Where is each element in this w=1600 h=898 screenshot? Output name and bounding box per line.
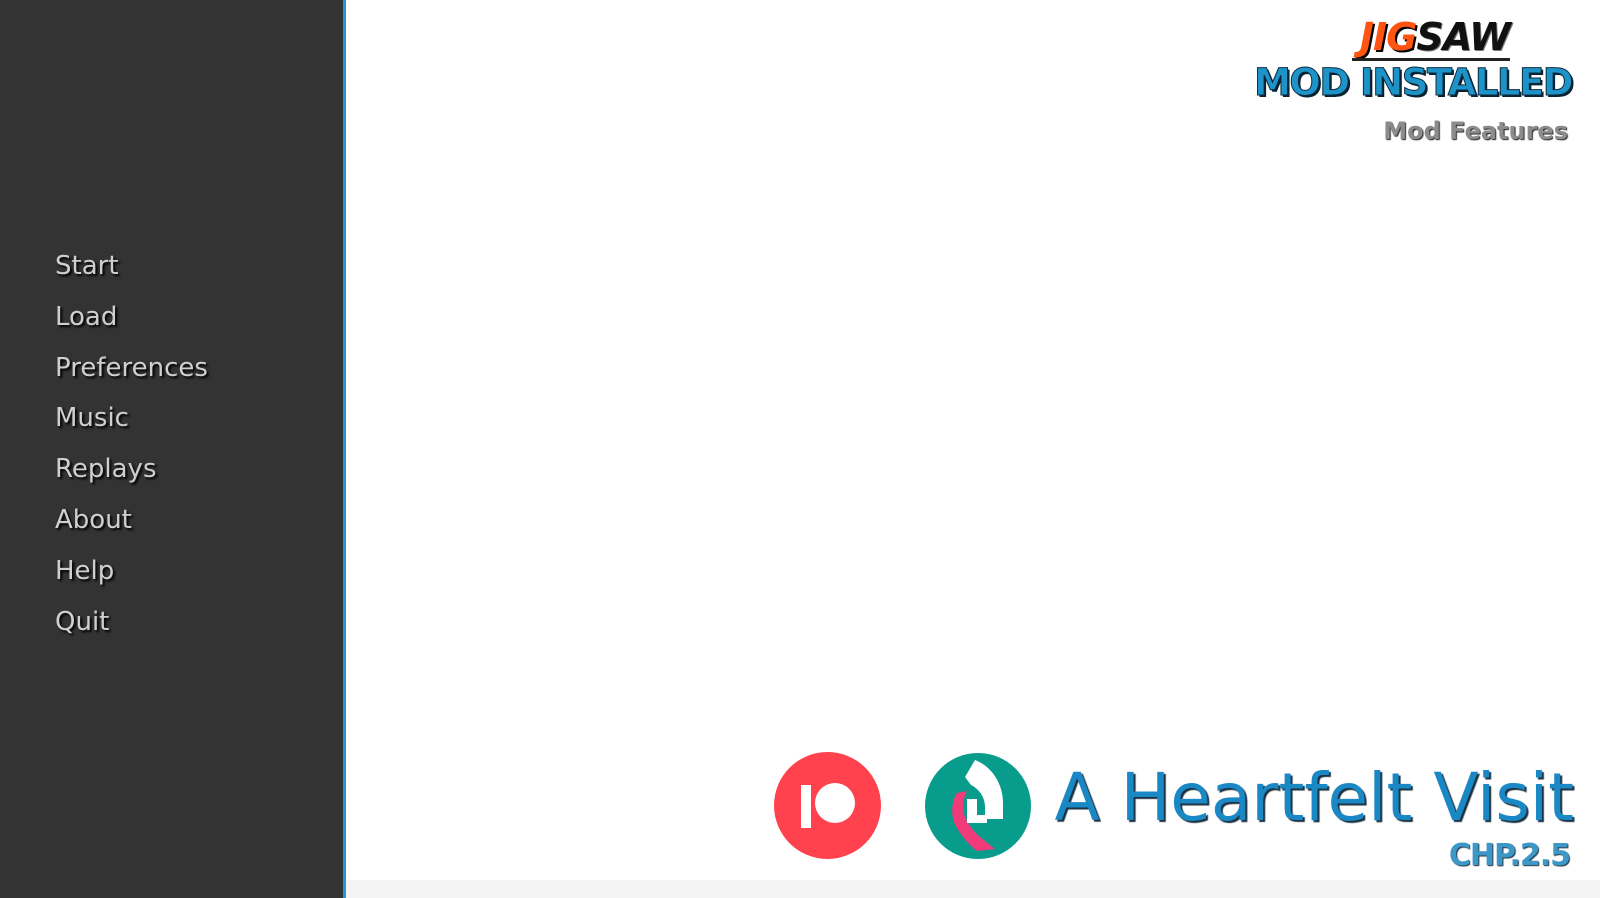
jigsaw-logo: JIGSAW (1359, 14, 1511, 60)
jigsaw-logo-saw: SAW (1416, 15, 1511, 59)
menu-help-button[interactable]: Help (55, 555, 208, 606)
menu-about-button[interactable]: About (55, 504, 208, 555)
mod-installed-label: MOD INSTALLED (1254, 61, 1574, 105)
subscribestar-logo-glyph (952, 760, 1003, 851)
menu-quit-button[interactable]: Quit (55, 606, 208, 657)
menu-start-button[interactable]: Start (55, 250, 208, 301)
game-title: A Heartfelt Visit (1054, 759, 1575, 836)
mod-features-button[interactable]: Mod Features (1383, 116, 1568, 146)
menu-replays-button[interactable]: Replays (55, 453, 208, 504)
bottom-edge-strip (346, 880, 1600, 898)
menu-load-button[interactable]: Load (55, 301, 208, 352)
mod-badge: JIGSAW MOD INSTALLED Mod Features (1254, 14, 1574, 154)
patreon-icon[interactable] (774, 752, 881, 859)
menu-preferences-button[interactable]: Preferences (55, 352, 208, 403)
subscribestar-icon[interactable] (925, 753, 1031, 859)
main-menu-screen: Start Load Preferences Music Replays Abo… (0, 0, 1600, 898)
main-menu-nav: Start Load Preferences Music Replays Abo… (55, 250, 208, 656)
game-version: CHP.2.5 (1448, 838, 1571, 873)
patreon-logo-glyph (801, 783, 855, 828)
jigsaw-logo-jig: JIG (1359, 15, 1417, 59)
main-menu-sidebar: Start Load Preferences Music Replays Abo… (0, 0, 346, 898)
menu-music-button[interactable]: Music (55, 402, 208, 453)
